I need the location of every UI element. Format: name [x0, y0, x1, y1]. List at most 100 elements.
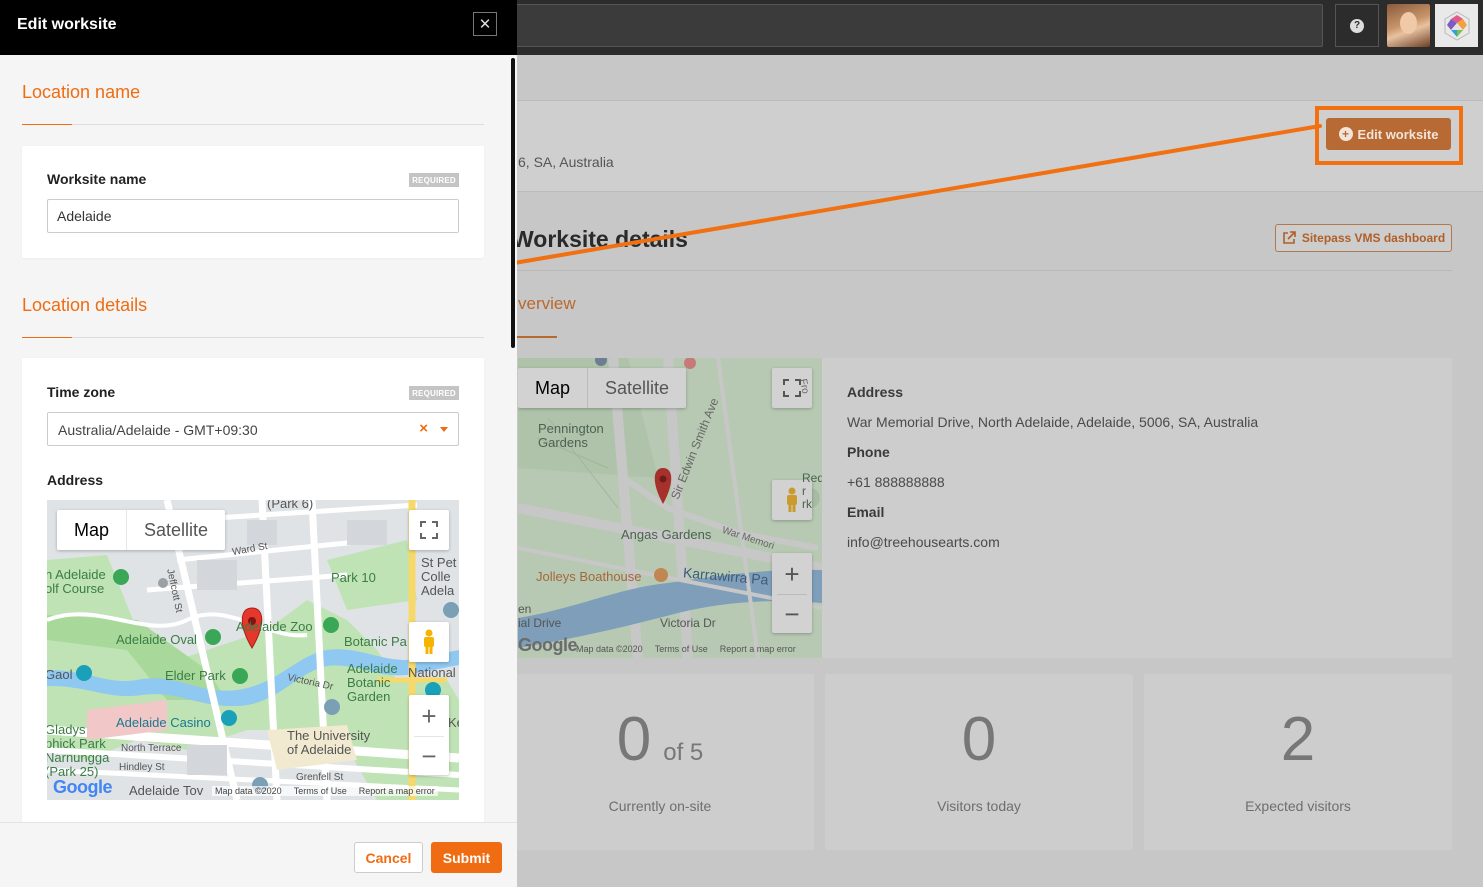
zoom-in-icon[interactable]: + [784, 554, 799, 594]
help-icon: ? [1350, 18, 1364, 33]
map-label-golf-course: n Adelaide olf Course [47, 567, 106, 596]
address-label: Address [47, 472, 104, 488]
stat-card-on-site: 0 of 5 Currently on-site [506, 674, 814, 850]
email-label: Email [847, 504, 885, 520]
map-report-link[interactable]: Report a map error [720, 644, 796, 654]
phone-label: Phone [847, 444, 890, 460]
address-label: Address [847, 384, 904, 400]
map-label-angas: Angas Gardens [621, 527, 712, 542]
street-view-pegman[interactable] [409, 622, 449, 662]
section-title-location-details: Location details [22, 295, 148, 315]
map-type-satellite[interactable]: Satellite [587, 368, 686, 408]
address-value: War Memorial Drive, North Adelaide, Adel… [847, 414, 1259, 430]
panel-header: Edit worksite ✕ [0, 0, 517, 55]
map-type-map[interactable]: Map [57, 510, 126, 550]
stat-label: Expected visitors [1245, 798, 1351, 814]
worksite-map[interactable]: Map Satellite + − Pennington Gardens Sir… [518, 358, 822, 658]
email-value: info@treehousearts.com [847, 534, 1000, 550]
section-accent [22, 124, 72, 125]
zoom-out-icon[interactable]: − [777, 593, 807, 633]
map-label-st-peters: St Pet Colle Adela [421, 555, 457, 598]
help-button[interactable]: ? [1335, 4, 1379, 47]
user-avatar[interactable] [1387, 4, 1430, 47]
header-address: 6, SA, Australia [518, 154, 614, 170]
panel-title: Edit worksite [17, 16, 117, 33]
section-title-location-name: Location name [22, 82, 141, 102]
map-label-park6: (Park 6) [267, 500, 314, 511]
map-label-gladys-park: Gladys phick Park Narnungga (Park 25) [47, 722, 110, 779]
map-data-credit: Map data ©2020 [576, 644, 643, 654]
map-type-control[interactable]: Map Satellite [518, 368, 687, 408]
map-label-adelaide-zoo: Adelaide Zoo [236, 619, 313, 634]
tab-overview[interactable]: verview [518, 294, 576, 314]
organization-logo[interactable] [1435, 4, 1478, 47]
map-terms-link[interactable]: Terms of Use [294, 786, 347, 796]
google-logo: Google [53, 777, 113, 797]
external-link-icon [1283, 231, 1296, 244]
page-title: Worksite details [512, 226, 688, 252]
map-label-grenfell-st: Grenfell St [296, 772, 344, 783]
map-label-victoria-dr: Victoria Dr [660, 616, 716, 630]
highlight-annotation-box [1315, 106, 1463, 165]
map-label-park10: Park 10 [331, 570, 376, 585]
map-label-adelaide-casino: Adelaide Casino [116, 715, 211, 730]
stat-value: 2 [1280, 705, 1316, 774]
map-terms-link[interactable]: Terms of Use [655, 644, 708, 654]
panel-scrollbar[interactable] [511, 58, 515, 348]
map-report-link[interactable]: Report a map error [359, 786, 435, 796]
address-map[interactable]: Map Satellite + − (Park 6) Ward St n Ade… [47, 500, 459, 800]
global-search-input[interactable] [500, 4, 1323, 47]
stat-card-visitors-today: 0 Visitors today [825, 674, 1133, 850]
divider [512, 270, 1452, 271]
time-zone-value: Australia/Adelaide - GMT+09:30 [58, 422, 258, 438]
dropdown-arrow-icon[interactable] [440, 427, 448, 432]
close-icon: ✕ [478, 16, 492, 33]
required-badge: REQUIRED [409, 173, 459, 187]
zoom-in-icon[interactable]: + [421, 696, 436, 736]
map-data-credit: Map data ©2020 [215, 786, 282, 796]
location-details-card: Time zone REQUIRED Australia/Adelaide - … [22, 358, 484, 828]
phone-value: +61 888888888 [847, 474, 945, 490]
time-zone-label: Time zone [47, 384, 116, 400]
stat-label: Currently on-site [608, 798, 712, 814]
time-zone-select[interactable]: Australia/Adelaide - GMT+09:30 × [47, 412, 459, 446]
vms-button-label: Sitepass VMS dashboard [1301, 231, 1446, 245]
worksite-name-input[interactable] [47, 199, 459, 233]
pegman-icon [787, 487, 797, 512]
sitepass-vms-dashboard-button[interactable]: Sitepass VMS dashboard [1275, 224, 1452, 252]
hexagon-logo-icon [1444, 10, 1469, 41]
section-divider [22, 124, 484, 125]
stat-card-expected-visitors: 2 Expected visitors [1144, 674, 1452, 850]
zoom-control[interactable]: + − [772, 553, 812, 633]
cancel-button[interactable]: Cancel [354, 842, 423, 873]
map-footer: Map data ©2020 Terms of Use Report a map… [212, 786, 438, 796]
zoom-out-icon[interactable]: − [414, 735, 444, 775]
section-accent [22, 337, 72, 338]
map-label-jolleys: Jolleys Boathouse [536, 569, 642, 584]
worksite-name-label: Worksite name [47, 171, 147, 187]
section-divider [22, 337, 484, 338]
stat-label: Visitors today [937, 798, 1021, 814]
map-label-ke: Ke [448, 715, 459, 730]
fullscreen-button[interactable] [409, 510, 449, 550]
zoom-control[interactable]: + − [409, 695, 449, 775]
map-footer: Map data ©2020 Terms of Use Report a map… [576, 644, 796, 654]
pegman-icon [424, 629, 434, 654]
map-type-control[interactable]: Map Satellite [57, 510, 226, 550]
worksite-name-card: Worksite name REQUIRED [22, 146, 484, 258]
map-label-gaol: Gaol [47, 667, 73, 682]
map-label-hindley-st: Hindley St [119, 762, 165, 773]
worksite-contact-info: Address War Memorial Drive, North Adelai… [847, 384, 1258, 564]
map-type-map[interactable]: Map [518, 368, 587, 408]
map-type-satellite[interactable]: Satellite [126, 510, 225, 550]
tab-active-indicator [512, 336, 557, 338]
google-logo: Google [518, 635, 578, 655]
stat-value: 0 [961, 705, 997, 774]
required-badge: REQUIRED [409, 386, 459, 400]
clear-selection-icon[interactable]: × [419, 420, 428, 437]
map-label-botanic-park: Botanic Pa [344, 634, 407, 649]
map-label-war-memorial-drive: en ial Drive [518, 602, 562, 630]
submit-button[interactable]: Submit [431, 842, 502, 873]
close-button[interactable]: ✕ [473, 12, 497, 36]
stat-value: 0 of 5 [616, 705, 704, 774]
